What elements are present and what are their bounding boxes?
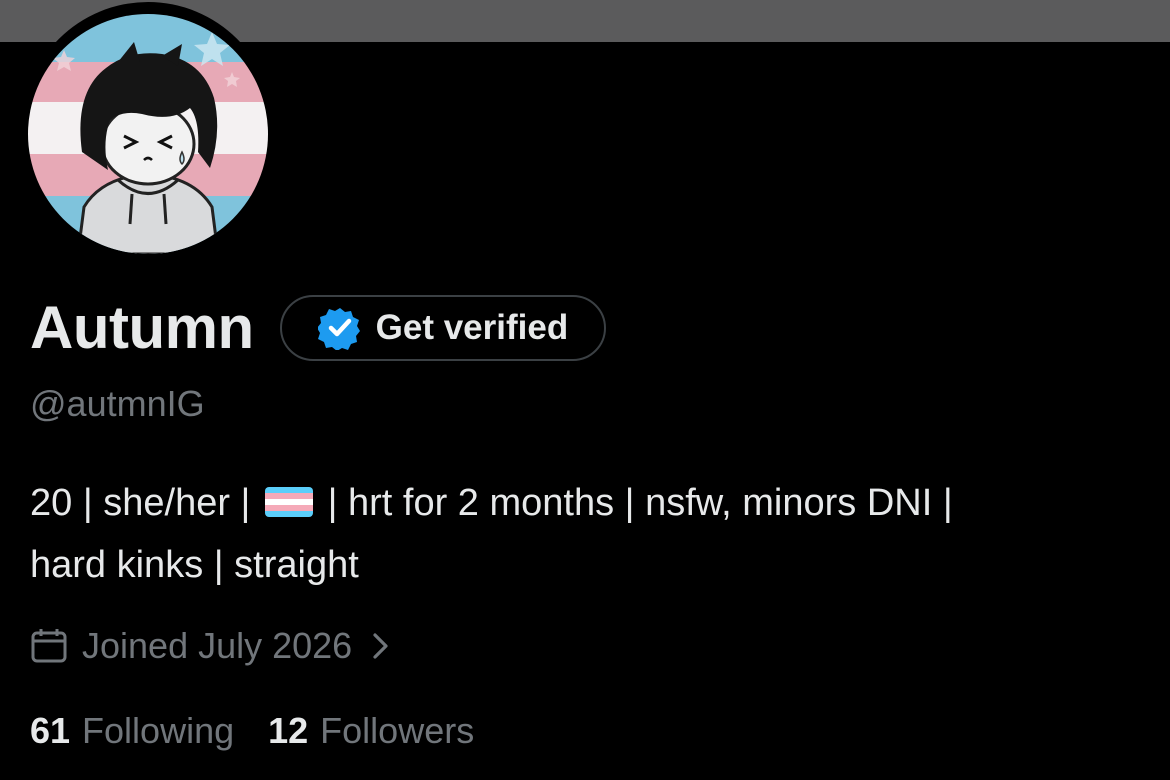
calendar-icon (31, 629, 67, 663)
get-verified-label: Get verified (375, 308, 569, 347)
joined-date-link[interactable]: Joined July 2026 (30, 618, 392, 674)
following-link[interactable]: 61 Following (30, 710, 234, 752)
display-name: Autumn (30, 294, 254, 361)
profile-handle: @autmnIG (30, 383, 205, 424)
name-row: Autumn Get verified (30, 292, 607, 364)
joined-label: Joined July 2026 (82, 625, 353, 666)
bio-text-part2: | hrt for 2 months | nsfw, minors DNI | (327, 482, 953, 524)
following-count: 61 (30, 710, 71, 751)
verified-badge-icon (317, 308, 360, 350)
profile-bio: 20 | she/her | | hrt for 2 months | nsfw… (30, 472, 1150, 596)
chevron-right-icon (373, 633, 388, 659)
followers-count: 12 (268, 710, 309, 751)
following-label: Following (82, 710, 235, 751)
get-verified-button[interactable]: Get verified (279, 295, 607, 361)
followers-link[interactable]: 12 Followers (268, 710, 474, 752)
transgender-flag-icon (265, 487, 313, 517)
bio-text-part1: 20 | she/her | (30, 482, 251, 524)
avatar-image (28, 14, 268, 254)
bio-text-line2: hard kinks | straight (30, 544, 359, 586)
follow-stats: 61 Following 12 Followers (30, 704, 474, 758)
profile-avatar[interactable] (22, 2, 274, 254)
followers-label: Followers (320, 710, 475, 751)
